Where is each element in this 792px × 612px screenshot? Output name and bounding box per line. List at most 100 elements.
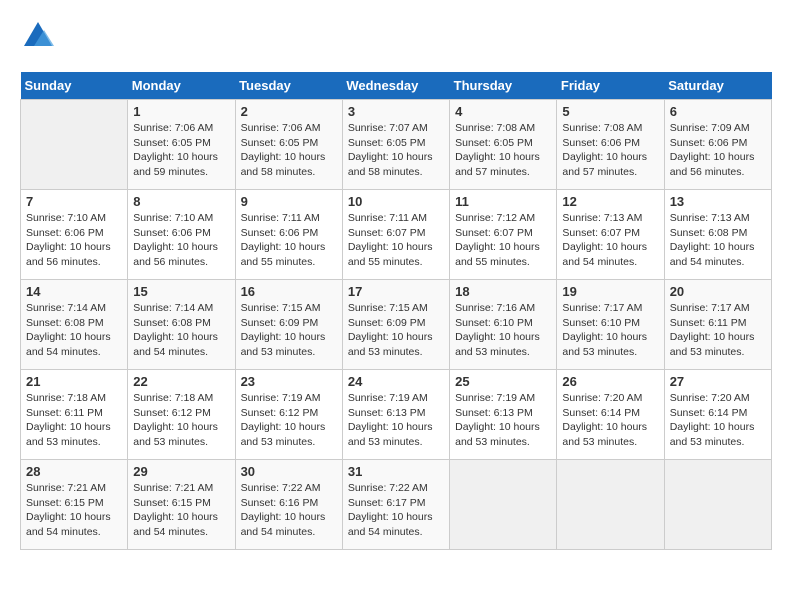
day-info: Sunrise: 7:22 AM Sunset: 6:16 PM Dayligh…: [241, 481, 337, 540]
day-number: 13: [670, 194, 766, 209]
calendar-cell: 28 Sunrise: 7:21 AM Sunset: 6:15 PM Dayli…: [21, 460, 128, 550]
day-number: 16: [241, 284, 337, 299]
day-number: 10: [348, 194, 444, 209]
calendar-cell: 19Sunrise: 7:17 AM Sunset: 6:10 PM Dayli…: [557, 280, 664, 370]
day-number: 9: [241, 194, 337, 209]
calendar-cell: 16 Sunrise: 7:15 AM Sunset: 6:09 PM Dayli…: [235, 280, 342, 370]
weekday-header: Sunday: [21, 72, 128, 100]
calendar-cell: 6 Sunrise: 7:09 AM Sunset: 6:06 PM Daylig…: [664, 100, 771, 190]
day-number: 23: [241, 374, 337, 389]
day-number: 19: [562, 284, 658, 299]
weekday-header: Thursday: [450, 72, 557, 100]
calendar-cell: 29 Sunrise: 7:21 AM Sunset: 6:15 PM Dayli…: [128, 460, 235, 550]
calendar-cell: 24 Sunrise: 7:19 AM Sunset: 6:13 PM Dayli…: [342, 370, 449, 460]
day-number: 7: [26, 194, 122, 209]
day-number: 5: [562, 104, 658, 119]
day-info: Sunrise: 7:22 AM Sunset: 6:17 PM Dayligh…: [348, 481, 444, 540]
day-number: 20: [670, 284, 766, 299]
day-number: 22: [133, 374, 229, 389]
day-number: 6: [670, 104, 766, 119]
logo-icon: [20, 18, 56, 54]
day-info: Sunrise: 7:21 AM Sunset: 6:15 PM Dayligh…: [26, 481, 122, 540]
calendar-cell: 21 Sunrise: 7:18 AM Sunset: 6:11 PM Dayli…: [21, 370, 128, 460]
calendar-cell: 27 Sunrise: 7:20 AM Sunset: 6:14 PM Dayli…: [664, 370, 771, 460]
calendar-cell: 22Sunrise: 7:18 AM Sunset: 6:12 PM Dayli…: [128, 370, 235, 460]
day-info: Sunrise: 7:11 AM Sunset: 6:07 PM Dayligh…: [348, 211, 444, 270]
calendar-cell: 10 Sunrise: 7:11 AM Sunset: 6:07 PM Dayli…: [342, 190, 449, 280]
day-info: Sunrise: 7:17 AM Sunset: 6:11 PM Dayligh…: [670, 301, 766, 360]
day-info: Sunrise: 7:10 AM Sunset: 6:06 PM Dayligh…: [133, 211, 229, 270]
day-number: 24: [348, 374, 444, 389]
day-info: Sunrise: 7:21 AM Sunset: 6:15 PM Dayligh…: [133, 481, 229, 540]
day-info: Sunrise: 7:10 AM Sunset: 6:06 PM Dayligh…: [26, 211, 122, 270]
calendar-cell: 15 Sunrise: 7:14 AM Sunset: 6:08 PM Dayli…: [128, 280, 235, 370]
calendar-cell: [450, 460, 557, 550]
day-info: Sunrise: 7:20 AM Sunset: 6:14 PM Dayligh…: [562, 391, 658, 450]
day-info: Sunrise: 7:06 AM Sunset: 6:05 PM Dayligh…: [133, 121, 229, 180]
day-number: 30: [241, 464, 337, 479]
day-info: Sunrise: 7:06 AM Sunset: 6:05 PM Dayligh…: [241, 121, 337, 180]
calendar-week-row: 21 Sunrise: 7:18 AM Sunset: 6:11 PM Dayli…: [21, 370, 772, 460]
calendar-cell: 23Sunrise: 7:19 AM Sunset: 6:12 PM Dayli…: [235, 370, 342, 460]
calendar-week-row: 7 Sunrise: 7:10 AM Sunset: 6:06 PM Daylig…: [21, 190, 772, 280]
day-info: Sunrise: 7:13 AM Sunset: 6:07 PM Dayligh…: [562, 211, 658, 270]
day-info: Sunrise: 7:09 AM Sunset: 6:06 PM Dayligh…: [670, 121, 766, 180]
calendar-cell: 20 Sunrise: 7:17 AM Sunset: 6:11 PM Dayli…: [664, 280, 771, 370]
calendar-cell: [664, 460, 771, 550]
day-info: Sunrise: 7:19 AM Sunset: 6:13 PM Dayligh…: [455, 391, 551, 450]
calendar-cell: 13 Sunrise: 7:13 AM Sunset: 6:08 PM Dayli…: [664, 190, 771, 280]
day-info: Sunrise: 7:12 AM Sunset: 6:07 PM Dayligh…: [455, 211, 551, 270]
weekday-header: Friday: [557, 72, 664, 100]
day-number: 3: [348, 104, 444, 119]
day-number: 11: [455, 194, 551, 209]
calendar-cell: 4 Sunrise: 7:08 AM Sunset: 6:05 PM Daylig…: [450, 100, 557, 190]
day-number: 29: [133, 464, 229, 479]
day-info: Sunrise: 7:19 AM Sunset: 6:13 PM Dayligh…: [348, 391, 444, 450]
day-number: 15: [133, 284, 229, 299]
day-info: Sunrise: 7:14 AM Sunset: 6:08 PM Dayligh…: [133, 301, 229, 360]
day-info: Sunrise: 7:18 AM Sunset: 6:11 PM Dayligh…: [26, 391, 122, 450]
day-number: 21: [26, 374, 122, 389]
day-number: 31: [348, 464, 444, 479]
calendar-cell: 2 Sunrise: 7:06 AM Sunset: 6:05 PM Daylig…: [235, 100, 342, 190]
logo: [20, 20, 60, 56]
calendar-cell: 7 Sunrise: 7:10 AM Sunset: 6:06 PM Daylig…: [21, 190, 128, 280]
calendar-table: SundayMondayTuesdayWednesdayThursdayFrid…: [20, 72, 772, 550]
calendar-cell: 3 Sunrise: 7:07 AM Sunset: 6:05 PM Daylig…: [342, 100, 449, 190]
day-number: 28: [26, 464, 122, 479]
day-info: Sunrise: 7:20 AM Sunset: 6:14 PM Dayligh…: [670, 391, 766, 450]
calendar-cell: 5 Sunrise: 7:08 AM Sunset: 6:06 PM Daylig…: [557, 100, 664, 190]
day-info: Sunrise: 7:15 AM Sunset: 6:09 PM Dayligh…: [348, 301, 444, 360]
day-info: Sunrise: 7:11 AM Sunset: 6:06 PM Dayligh…: [241, 211, 337, 270]
day-number: 2: [241, 104, 337, 119]
day-info: Sunrise: 7:14 AM Sunset: 6:08 PM Dayligh…: [26, 301, 122, 360]
day-number: 17: [348, 284, 444, 299]
weekday-header: Tuesday: [235, 72, 342, 100]
day-info: Sunrise: 7:16 AM Sunset: 6:10 PM Dayligh…: [455, 301, 551, 360]
day-info: Sunrise: 7:07 AM Sunset: 6:05 PM Dayligh…: [348, 121, 444, 180]
day-info: Sunrise: 7:15 AM Sunset: 6:09 PM Dayligh…: [241, 301, 337, 360]
day-number: 4: [455, 104, 551, 119]
day-info: Sunrise: 7:08 AM Sunset: 6:05 PM Dayligh…: [455, 121, 551, 180]
calendar-week-row: 28 Sunrise: 7:21 AM Sunset: 6:15 PM Dayli…: [21, 460, 772, 550]
day-info: Sunrise: 7:08 AM Sunset: 6:06 PM Dayligh…: [562, 121, 658, 180]
weekday-header: Saturday: [664, 72, 771, 100]
calendar-cell: 18 Sunrise: 7:16 AM Sunset: 6:10 PM Dayli…: [450, 280, 557, 370]
calendar-cell: 14Sunrise: 7:14 AM Sunset: 6:08 PM Dayli…: [21, 280, 128, 370]
calendar-week-row: 1Sunrise: 7:06 AM Sunset: 6:05 PM Daylig…: [21, 100, 772, 190]
calendar-cell: 31 Sunrise: 7:22 AM Sunset: 6:17 PM Dayli…: [342, 460, 449, 550]
day-info: Sunrise: 7:13 AM Sunset: 6:08 PM Dayligh…: [670, 211, 766, 270]
calendar-cell: 11 Sunrise: 7:12 AM Sunset: 6:07 PM Dayli…: [450, 190, 557, 280]
weekday-header: Wednesday: [342, 72, 449, 100]
day-number: 27: [670, 374, 766, 389]
calendar-cell: 9 Sunrise: 7:11 AM Sunset: 6:06 PM Daylig…: [235, 190, 342, 280]
weekday-header: Monday: [128, 72, 235, 100]
page-header: [20, 20, 772, 56]
day-number: 18: [455, 284, 551, 299]
day-number: 12: [562, 194, 658, 209]
calendar-body: 1Sunrise: 7:06 AM Sunset: 6:05 PM Daylig…: [21, 100, 772, 550]
calendar-cell: 30 Sunrise: 7:22 AM Sunset: 6:16 PM Dayli…: [235, 460, 342, 550]
day-number: 26: [562, 374, 658, 389]
calendar-cell: [557, 460, 664, 550]
day-number: 8: [133, 194, 229, 209]
